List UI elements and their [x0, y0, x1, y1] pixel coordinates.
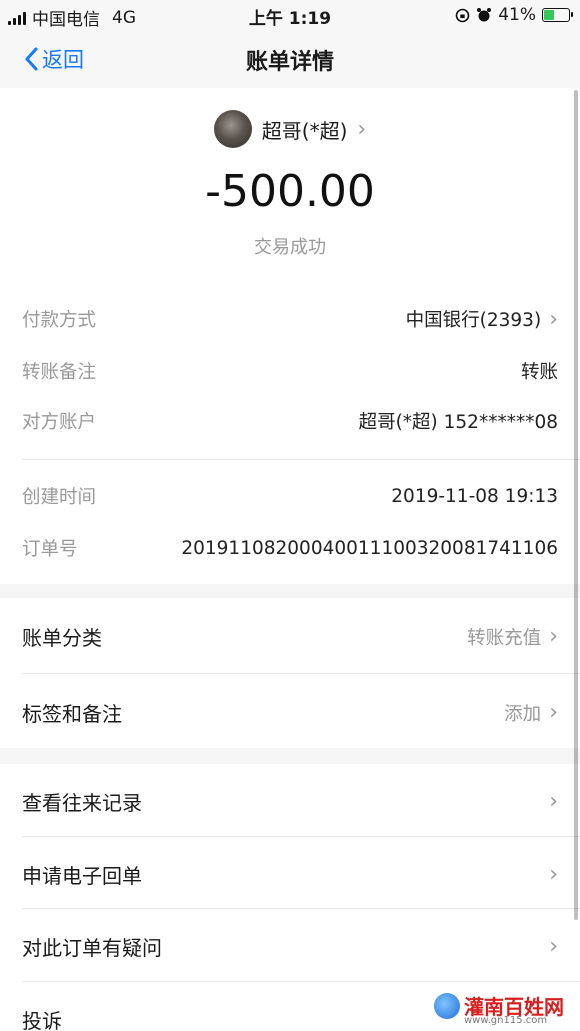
- detail-label: 对方账户: [22, 412, 97, 433]
- detail-label: 转账备注: [22, 362, 97, 383]
- payee-name: 超哥(*超): [261, 118, 348, 143]
- battery-percent: 41%: [498, 5, 536, 25]
- alarm-icon: [477, 8, 492, 22]
- action-label: 查看往来记录: [22, 791, 142, 815]
- status-bar: 中国电信 4G 上午 1:19 41%: [0, 0, 580, 30]
- watermark: 灌南百姓网 www.gn115.com: [434, 991, 574, 1027]
- amount: -500.00: [205, 166, 375, 217]
- category-row[interactable]: 账单分类 转账充值 ›: [22, 622, 558, 651]
- avatar: [213, 110, 252, 148]
- action-label: 投诉: [22, 1009, 62, 1031]
- tags-label: 标签和备注: [22, 702, 122, 726]
- action-view-history[interactable]: 查看往来记录 ›: [22, 787, 558, 816]
- divider: [22, 459, 580, 460]
- bill-summary-card: 超哥(*超) › -500.00 交易成功 付款方式 中国银行(2393) › 转…: [0, 88, 580, 584]
- divider: [22, 908, 580, 909]
- tags-value: 添加: [504, 703, 542, 725]
- detail-value: 20191108200040011100320081741106: [181, 537, 558, 559]
- action-label: 对此订单有疑问: [22, 936, 162, 960]
- category-label: 账单分类: [22, 626, 102, 650]
- divider: [22, 981, 580, 982]
- bill-classification-card: 账单分类 转账充值 › 标签和备注 添加 ›: [0, 598, 580, 748]
- battery-icon: [542, 8, 573, 22]
- detail-value: 中国银行(2393): [405, 310, 542, 331]
- detail-row-payment-method[interactable]: 付款方式 中国银行(2393) ›: [22, 306, 558, 332]
- category-value: 转账充值: [467, 627, 542, 649]
- chevron-right-icon: ›: [549, 862, 558, 887]
- detail-label: 付款方式: [22, 310, 97, 331]
- page-title: 账单详情: [245, 50, 334, 75]
- nav-bar: 返回 账单详情: [0, 30, 580, 88]
- chevron-right-icon: ›: [549, 700, 558, 725]
- divider: [22, 673, 580, 674]
- watermark-url: www.gn115.com: [464, 1015, 548, 1026]
- action-order-question[interactable]: 对此订单有疑问 ›: [22, 932, 558, 961]
- scrollbar[interactable]: [574, 90, 578, 920]
- detail-label: 订单号: [22, 539, 78, 560]
- chevron-right-icon: ›: [549, 934, 558, 959]
- detail-value: 2019-11-08 19:13: [391, 485, 558, 507]
- action-electronic-receipt[interactable]: 申请电子回单 ›: [22, 860, 558, 889]
- detail-label: 创建时间: [22, 487, 97, 508]
- status-right: 41%: [455, 5, 573, 25]
- chevron-right-icon: ›: [357, 116, 367, 142]
- detail-row-order-number: 订单号 20191108200040011100320081741106: [22, 535, 558, 561]
- divider: [22, 836, 580, 837]
- payee-link[interactable]: 超哥(*超) ›: [0, 110, 580, 148]
- tags-row[interactable]: 标签和备注 添加 ›: [22, 698, 558, 727]
- chevron-right-icon: ›: [549, 789, 558, 814]
- transaction-status: 交易成功: [254, 237, 326, 258]
- chevron-right-icon: ›: [549, 624, 558, 649]
- detail-row-created-time: 创建时间 2019-11-08 19:13: [22, 483, 558, 509]
- detail-row-remark: 转账备注 转账: [22, 358, 558, 384]
- chevron-right-icon: ›: [549, 306, 558, 332]
- action-label: 申请电子回单: [22, 864, 142, 888]
- detail-value: 转账: [520, 362, 558, 383]
- detail-row-counterparty: 对方账户 超哥(*超) 152******08: [22, 408, 558, 434]
- orientation-lock-icon: [455, 8, 470, 22]
- detail-value: 超哥(*超) 152******08: [358, 412, 558, 433]
- watermark-logo-icon: [434, 993, 460, 1019]
